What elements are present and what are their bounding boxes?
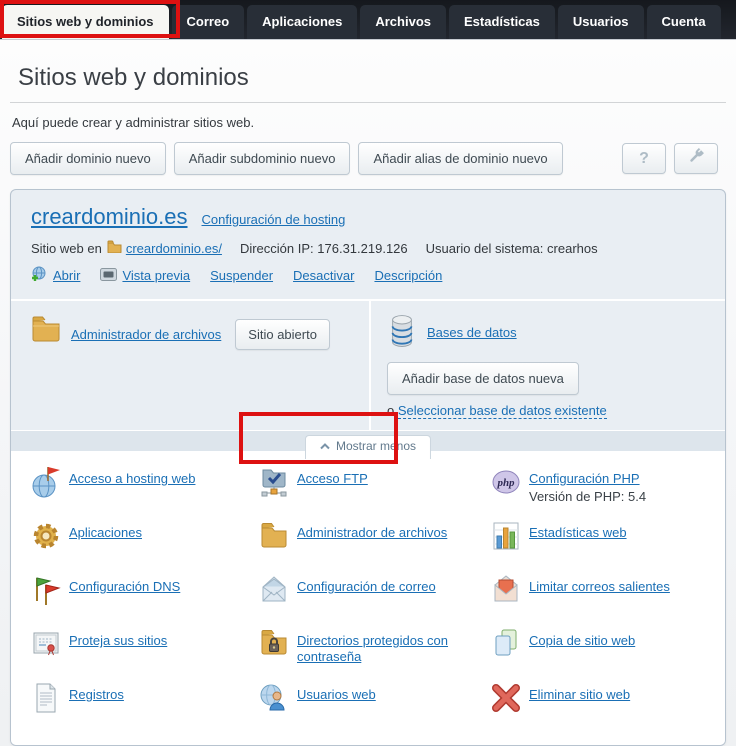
menu-item-configuracion-dns[interactable]: Configuración DNS [31, 573, 259, 627]
page-title: Sitios web y dominios [18, 64, 249, 91]
menu-item-usuarios-web[interactable]: Usuarios web [259, 681, 491, 735]
tools-button[interactable] [674, 143, 718, 174]
copy-pages-icon [491, 627, 521, 661]
php-icon: php [491, 465, 521, 499]
mail-limit-icon [491, 573, 521, 607]
ftp-icon [259, 465, 289, 499]
database-icon [387, 313, 417, 352]
menu-item-limitar-correos-salientes[interactable]: Limitar correos salientes [491, 573, 725, 627]
delete-x-icon [491, 681, 521, 715]
show-less-button[interactable]: Mostrar menos [304, 435, 432, 459]
menu-item-acceso-hosting-web[interactable]: Acceso a hosting web [31, 465, 259, 519]
ip-label: Dirección IP: [239, 240, 314, 256]
wrench-icon [687, 147, 705, 170]
add-subdomain-button[interactable]: Añadir subdominio nuevo [173, 142, 351, 175]
menu-item-proteja-sus-sitios[interactable]: Proteja sus sitios [31, 627, 259, 681]
domain-panel: creardominio.es Configuración de hosting… [10, 189, 726, 746]
open-globe-icon [31, 266, 48, 285]
menu-item-directorios-protegidos[interactable]: Directorios protegidos con contraseña [259, 627, 491, 681]
folder-icon [31, 315, 61, 346]
system-user-value: crearhos [547, 240, 598, 256]
certificate-icon [31, 627, 61, 661]
open-site-link[interactable]: Abrir [31, 266, 80, 285]
bar-chart-icon [491, 519, 521, 553]
flags-icon [31, 573, 61, 607]
title-divider [10, 102, 726, 103]
add-domain-button[interactable]: Añadir dominio nuevo [10, 142, 166, 175]
page-subtitle: Aquí puede crear y administrar sitios we… [12, 115, 255, 130]
top-tab-bar: Sitios web y dominios Correo Aplicacione… [0, 0, 736, 40]
tab-cuenta[interactable]: Cuenta [646, 5, 721, 39]
databases-cell: Bases de datos Añadir base de datos nuev… [369, 301, 725, 430]
domain-name-link[interactable]: creardominio.es [31, 204, 188, 230]
domain-actions: Abrir Vista previa Suspender Desactivar … [31, 264, 705, 289]
tab-archivos[interactable]: Archivos [360, 5, 446, 39]
domain-panel-header: creardominio.es Configuración de hosting… [11, 190, 725, 299]
menu-item-copia-de-sitio-web[interactable]: Copia de sitio web [491, 627, 725, 681]
select-existing-db-link[interactable]: Seleccionar base de datos existente [397, 403, 607, 419]
menu-item-configuracion-php[interactable]: php Configuración PHP Versión de PHP: 5.… [491, 465, 725, 519]
tab-sitios-web-y-dominios[interactable]: Sitios web y dominios [2, 5, 169, 39]
preview-icon [100, 267, 118, 284]
domain-info-line: Sitio web en creardominio.es/ Dirección … [31, 240, 705, 256]
mail-icon [259, 573, 289, 607]
site-tools-menu: Acceso a hosting web Acceso FTP php Conf… [11, 451, 725, 745]
menu-item-configuracion-de-correo[interactable]: Configuración de correo [259, 573, 491, 627]
toolbar: Añadir dominio nuevo Añadir subdominio n… [10, 142, 726, 175]
system-user-label: Usuario del sistema: [425, 240, 544, 256]
ip-value: 176.31.219.126 [317, 240, 408, 256]
hosting-access-icon [31, 465, 61, 499]
menu-item-estadisticas-web[interactable]: Estadísticas web [491, 519, 725, 573]
open-site-button[interactable]: Sitio abierto [235, 319, 330, 350]
folder-lock-icon [259, 627, 289, 661]
page-content: Sitios web y dominios Aquí puede crear y… [0, 40, 736, 746]
tab-usuarios[interactable]: Usuarios [557, 5, 644, 39]
svg-text:php: php [496, 477, 515, 489]
show-less-bar: Mostrar menos [11, 430, 725, 459]
site-prefix-label: Sitio web en [31, 240, 102, 256]
menu-item-acceso-ftp[interactable]: Acceso FTP [259, 465, 491, 519]
add-domain-alias-button[interactable]: Añadir alias de dominio nuevo [358, 142, 563, 175]
databases-link[interactable]: Bases de datos [427, 325, 517, 340]
or-label: o [387, 403, 395, 418]
log-file-icon [31, 681, 61, 715]
site-path-link[interactable]: creardominio.es/ [126, 241, 222, 256]
suspend-link[interactable]: Suspender [210, 268, 273, 283]
hosting-config-link[interactable]: Configuración de hosting [202, 212, 346, 227]
menu-item-registros[interactable]: Registros [31, 681, 259, 735]
file-manager-cell: Administrador de archivos Sitio abierto [11, 301, 369, 430]
deactivate-link[interactable]: Desactivar [293, 268, 354, 283]
quick-tools-section: Administrador de archivos Sitio abierto [11, 299, 725, 430]
file-manager-link[interactable]: Administrador de archivos [71, 327, 221, 342]
tab-correo[interactable]: Correo [171, 5, 245, 39]
menu-item-eliminar-sitio-web[interactable]: Eliminar sitio web [491, 681, 725, 735]
chevron-up-icon [320, 439, 330, 453]
php-version-label: Versión de PHP: 5.4 [529, 489, 647, 505]
folder-icon [259, 519, 289, 553]
tab-estadisticas[interactable]: Estadísticas [449, 5, 555, 39]
preview-link[interactable]: Vista previa [100, 267, 190, 284]
description-link[interactable]: Descripción [374, 268, 442, 283]
web-users-icon [259, 681, 289, 715]
add-database-button[interactable]: Añadir base de datos nueva [387, 362, 579, 395]
gear-icon [31, 519, 61, 553]
menu-item-aplicaciones[interactable]: Aplicaciones [31, 519, 259, 573]
menu-item-administrador-de-archivos[interactable]: Administrador de archivos [259, 519, 491, 573]
help-button[interactable]: ? [622, 143, 666, 174]
tab-aplicaciones[interactable]: Aplicaciones [247, 5, 358, 39]
folder-small-icon [107, 240, 122, 256]
